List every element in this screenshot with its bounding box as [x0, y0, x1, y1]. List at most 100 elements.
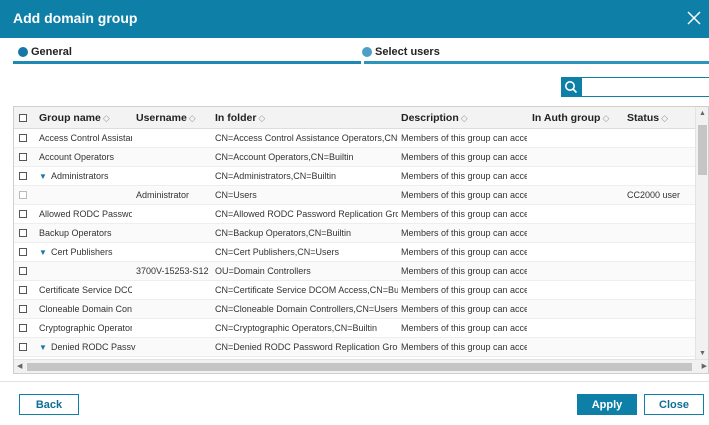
cell-in-auth-group — [532, 338, 625, 357]
cell-username — [136, 281, 212, 300]
table-row[interactable]: Backup Operators CN=Backup Operators,CN=B… — [14, 224, 696, 243]
table-row[interactable]: ▼ Administrators CN=Administrators,CN=Buil… — [14, 167, 696, 186]
table-row[interactable]: Cryptographic Operator CN=Cryptographic O… — [14, 319, 696, 338]
cell-group-name — [39, 262, 132, 281]
cell-username — [136, 224, 212, 243]
expand-caret-icon[interactable]: ▼ — [39, 338, 47, 357]
row-checkbox[interactable] — [19, 134, 27, 142]
row-checkbox[interactable] — [19, 324, 27, 332]
scroll-left-icon[interactable]: ◀ — [17, 362, 22, 370]
step-indicator-icon — [18, 47, 28, 57]
column-header-label: Group name — [39, 112, 101, 124]
cell-username — [136, 148, 212, 167]
table-row[interactable]: Allowed RODC Passwo CN=Allowed RODC Passw… — [14, 205, 696, 224]
sort-icon: ◇ — [102, 113, 110, 123]
apply-button[interactable]: Apply — [577, 394, 637, 415]
cell-status — [627, 167, 697, 186]
dialog-titlebar: Add domain group — [0, 0, 709, 38]
vertical-scroll-thumb[interactable] — [698, 125, 707, 175]
row-checkbox[interactable] — [19, 210, 27, 218]
step-general[interactable]: General — [18, 46, 72, 58]
column-header-label: In Auth group — [532, 112, 601, 124]
cell-in-auth-group — [532, 129, 625, 148]
cell-group-name: Certificate Service DCC — [39, 285, 132, 295]
cell-group-name — [39, 186, 132, 205]
close-button[interactable]: Close — [644, 394, 704, 415]
column-header-description[interactable]: Description ◇ — [401, 107, 468, 129]
sort-icon: ◇ — [661, 113, 669, 123]
cell-description: Members of this group can acce — [401, 247, 527, 257]
column-header-username[interactable]: Username ◇ — [136, 107, 196, 129]
sort-icon: ◇ — [188, 113, 196, 123]
table-row[interactable]: ▼ Denied RODC Passv CN=Denied RODC Passwor… — [14, 338, 696, 357]
close-icon[interactable] — [685, 9, 703, 27]
table-row[interactable]: Cloneable Domain Cont CN=Cloneable Domain… — [14, 300, 696, 319]
cell-group-name: Account Operators — [39, 152, 115, 162]
select-all-checkbox[interactable] — [19, 114, 27, 122]
row-checkbox[interactable] — [19, 153, 27, 161]
cell-in-auth-group — [532, 243, 625, 262]
cell-username — [136, 167, 212, 186]
scroll-right-icon[interactable]: ▶ — [702, 362, 707, 370]
column-header-in-auth-group[interactable]: In Auth group ◇ — [532, 107, 609, 129]
column-header-in-folder[interactable]: In folder ◇ — [215, 107, 265, 129]
table-row[interactable]: Account Operators CN=Account Operators,CN… — [14, 148, 696, 167]
row-checkbox — [19, 191, 27, 199]
step-general-progress — [13, 61, 361, 64]
cell-description: Members of this group can acce — [401, 209, 527, 219]
cell-status — [627, 262, 697, 281]
step-indicator-icon — [362, 47, 372, 57]
horizontal-scroll-thumb[interactable] — [27, 363, 692, 371]
cell-in-auth-group — [532, 148, 625, 167]
cell-in-folder: CN=Backup Operators,CN=Builtin — [215, 228, 352, 238]
cell-description: Members of this group can acce — [401, 285, 527, 295]
table-row[interactable]: ▼ Cert Publishers CN=Cert Publishers,CN=Us… — [14, 243, 696, 262]
column-header-group-name[interactable]: Group name ◇ — [39, 107, 110, 129]
table-row[interactable]: Access Control Assistar CN=Access Control… — [14, 129, 696, 148]
step-select-users[interactable]: Select users — [362, 46, 440, 58]
cell-description: Members of this group can acce — [401, 190, 527, 200]
table-row[interactable]: 3700V-15253-S12 OU=Domain Controllers Memb… — [14, 262, 696, 281]
scroll-up-icon[interactable]: ▲ — [699, 110, 706, 117]
column-header-label: In folder — [215, 112, 257, 124]
cell-in-auth-group — [532, 167, 625, 186]
cell-group-name: Backup Operators — [39, 228, 112, 238]
cell-status — [627, 129, 697, 148]
cell-username — [136, 338, 212, 357]
row-checkbox[interactable] — [19, 343, 27, 351]
cell-in-auth-group — [532, 224, 625, 243]
sort-icon: ◇ — [602, 113, 610, 123]
cell-status — [627, 338, 697, 357]
row-checkbox[interactable] — [19, 248, 27, 256]
column-header-status[interactable]: Status ◇ — [627, 107, 668, 129]
cell-status — [627, 319, 697, 338]
cell-in-auth-group — [532, 205, 625, 224]
table-row[interactable]: Administrator CN=Users Members of this gro… — [14, 186, 696, 205]
row-checkbox[interactable] — [19, 172, 27, 180]
row-checkbox[interactable] — [19, 305, 27, 313]
row-checkbox[interactable] — [19, 229, 27, 237]
back-button[interactable]: Back — [19, 394, 79, 415]
cell-in-auth-group — [532, 186, 625, 205]
cell-group-name: Allowed RODC Passwo — [39, 209, 132, 219]
step-select-users-progress — [364, 61, 709, 64]
row-checkbox[interactable] — [19, 286, 27, 294]
dialog-title: Add domain group — [13, 10, 138, 26]
search-button[interactable] — [561, 77, 581, 97]
scroll-down-icon[interactable]: ▼ — [699, 350, 706, 357]
expand-caret-icon[interactable]: ▼ — [39, 167, 47, 186]
cell-group-name: Denied RODC Passv — [51, 342, 136, 352]
cell-username — [136, 319, 212, 338]
column-header-label: Status — [627, 112, 660, 124]
search-input[interactable] — [581, 77, 709, 97]
horizontal-scrollbar[interactable]: ◀ ▶ — [14, 359, 708, 373]
vertical-scrollbar[interactable]: ▲ ▼ — [695, 107, 708, 360]
expand-caret-icon[interactable]: ▼ — [39, 243, 47, 262]
cell-username — [136, 300, 212, 319]
table-row[interactable]: Certificate Service DCC CN=Certificate Se… — [14, 281, 696, 300]
cell-in-auth-group — [532, 262, 625, 281]
cell-in-folder: CN=Account Operators,CN=Builtin — [215, 152, 354, 162]
sort-icon: ◇ — [258, 113, 266, 123]
cell-description: Members of this group can acce — [401, 152, 527, 162]
row-checkbox[interactable] — [19, 267, 27, 275]
